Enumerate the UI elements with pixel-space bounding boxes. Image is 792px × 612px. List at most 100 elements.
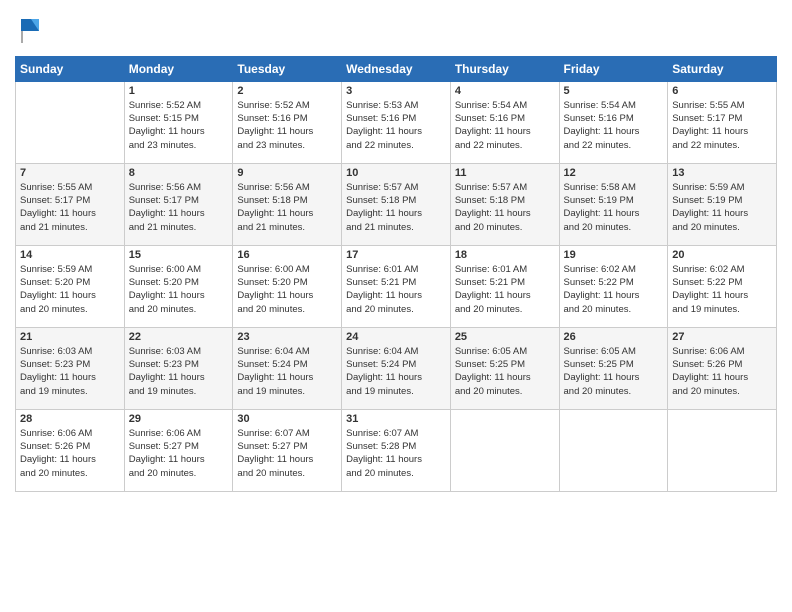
calendar-cell: 17 Sunrise: 6:01 AM Sunset: 5:21 PM Dayli… [342, 245, 451, 327]
header-cell-tuesday: Tuesday [233, 56, 342, 81]
day-number: 19 [564, 249, 664, 261]
day-info: Sunrise: 6:04 AM Sunset: 5:24 PM Dayligh… [346, 345, 446, 398]
calendar-cell: 14 Sunrise: 5:59 AM Sunset: 5:20 PM Dayli… [16, 245, 125, 327]
calendar-cell [668, 409, 777, 491]
day-info: Sunrise: 6:03 AM Sunset: 5:23 PM Dayligh… [20, 345, 120, 398]
header-cell-saturday: Saturday [668, 56, 777, 81]
day-info: Sunrise: 6:00 AM Sunset: 5:20 PM Dayligh… [237, 263, 337, 316]
logo-text-block [15, 15, 45, 48]
day-info: Sunrise: 5:58 AM Sunset: 5:19 PM Dayligh… [564, 181, 664, 234]
calendar-cell [559, 409, 668, 491]
calendar-cell: 28 Sunrise: 6:06 AM Sunset: 5:26 PM Dayli… [16, 409, 125, 491]
day-number: 18 [455, 249, 555, 261]
day-info: Sunrise: 5:53 AM Sunset: 5:16 PM Dayligh… [346, 99, 446, 152]
calendar-cell: 16 Sunrise: 6:00 AM Sunset: 5:20 PM Dayli… [233, 245, 342, 327]
day-info: Sunrise: 6:06 AM Sunset: 5:27 PM Dayligh… [129, 427, 229, 480]
calendar-cell: 23 Sunrise: 6:04 AM Sunset: 5:24 PM Dayli… [233, 327, 342, 409]
calendar-cell: 26 Sunrise: 6:05 AM Sunset: 5:25 PM Dayli… [559, 327, 668, 409]
calendar-cell: 21 Sunrise: 6:03 AM Sunset: 5:23 PM Dayli… [16, 327, 125, 409]
calendar-cell: 9Sunrise: 5:56 AM Sunset: 5:18 PM Daylig… [233, 163, 342, 245]
day-info: Sunrise: 5:56 AM Sunset: 5:18 PM Dayligh… [237, 181, 337, 234]
day-number: 26 [564, 331, 664, 343]
calendar-cell: 4 Sunrise: 5:54 AM Sunset: 5:16 PM Daylig… [450, 81, 559, 163]
day-info: Sunrise: 5:57 AM Sunset: 5:18 PM Dayligh… [346, 181, 446, 234]
day-number: 30 [237, 413, 337, 425]
calendar-table: SundayMondayTuesdayWednesdayThursdayFrid… [15, 56, 777, 492]
day-number: 31 [346, 413, 446, 425]
day-number: 25 [455, 331, 555, 343]
day-number: 21 [20, 331, 120, 343]
day-number: 20 [672, 249, 772, 261]
header-cell-wednesday: Wednesday [342, 56, 451, 81]
logo [15, 15, 45, 48]
header-cell-friday: Friday [559, 56, 668, 81]
day-number: 7 [20, 167, 120, 179]
calendar-cell: 27Sunrise: 6:06 AM Sunset: 5:26 PM Dayli… [668, 327, 777, 409]
day-info: Sunrise: 5:55 AM Sunset: 5:17 PM Dayligh… [20, 181, 120, 234]
calendar-cell: 15 Sunrise: 6:00 AM Sunset: 5:20 PM Dayli… [124, 245, 233, 327]
calendar-cell [450, 409, 559, 491]
day-info: Sunrise: 6:06 AM Sunset: 5:26 PM Dayligh… [20, 427, 120, 480]
day-number: 2 [237, 85, 337, 97]
day-number: 17 [346, 249, 446, 261]
day-number: 27 [672, 331, 772, 343]
week-row-2: 7 Sunrise: 5:55 AM Sunset: 5:17 PM Daylig… [16, 163, 777, 245]
day-info: Sunrise: 5:54 AM Sunset: 5:16 PM Dayligh… [455, 99, 555, 152]
day-info: Sunrise: 6:07 AM Sunset: 5:27 PM Dayligh… [237, 427, 337, 480]
day-number: 3 [346, 85, 446, 97]
week-row-1: 1Sunrise: 5:52 AM Sunset: 5:15 PM Daylig… [16, 81, 777, 163]
day-info: Sunrise: 6:03 AM Sunset: 5:23 PM Dayligh… [129, 345, 229, 398]
calendar-body: 1Sunrise: 5:52 AM Sunset: 5:15 PM Daylig… [16, 81, 777, 491]
day-number: 24 [346, 331, 446, 343]
header-cell-sunday: Sunday [16, 56, 125, 81]
day-info: Sunrise: 6:00 AM Sunset: 5:20 PM Dayligh… [129, 263, 229, 316]
calendar-cell: 31Sunrise: 6:07 AM Sunset: 5:28 PM Dayli… [342, 409, 451, 491]
calendar-cell [16, 81, 125, 163]
day-info: Sunrise: 6:01 AM Sunset: 5:21 PM Dayligh… [346, 263, 446, 316]
calendar-cell: 7 Sunrise: 5:55 AM Sunset: 5:17 PM Daylig… [16, 163, 125, 245]
day-info: Sunrise: 5:52 AM Sunset: 5:16 PM Dayligh… [237, 99, 337, 152]
day-number: 4 [455, 85, 555, 97]
day-number: 22 [129, 331, 229, 343]
day-number: 15 [129, 249, 229, 261]
day-number: 5 [564, 85, 664, 97]
header [15, 10, 777, 48]
day-info: Sunrise: 5:57 AM Sunset: 5:18 PM Dayligh… [455, 181, 555, 234]
calendar-cell: 2 Sunrise: 5:52 AM Sunset: 5:16 PM Daylig… [233, 81, 342, 163]
day-info: Sunrise: 5:56 AM Sunset: 5:17 PM Dayligh… [129, 181, 229, 234]
day-number: 16 [237, 249, 337, 261]
day-info: Sunrise: 6:05 AM Sunset: 5:25 PM Dayligh… [455, 345, 555, 398]
day-info: Sunrise: 6:05 AM Sunset: 5:25 PM Dayligh… [564, 345, 664, 398]
calendar-cell: 3 Sunrise: 5:53 AM Sunset: 5:16 PM Daylig… [342, 81, 451, 163]
day-info: Sunrise: 5:59 AM Sunset: 5:20 PM Dayligh… [20, 263, 120, 316]
calendar-cell: 5 Sunrise: 5:54 AM Sunset: 5:16 PM Daylig… [559, 81, 668, 163]
calendar-cell: 18 Sunrise: 6:01 AM Sunset: 5:21 PM Dayli… [450, 245, 559, 327]
day-number: 28 [20, 413, 120, 425]
day-number: 1 [129, 85, 229, 97]
calendar-cell: 13Sunrise: 5:59 AM Sunset: 5:19 PM Dayli… [668, 163, 777, 245]
week-row-4: 21 Sunrise: 6:03 AM Sunset: 5:23 PM Dayli… [16, 327, 777, 409]
calendar-cell: 24 Sunrise: 6:04 AM Sunset: 5:24 PM Dayli… [342, 327, 451, 409]
calendar-cell: 1Sunrise: 5:52 AM Sunset: 5:15 PM Daylig… [124, 81, 233, 163]
day-info: Sunrise: 6:01 AM Sunset: 5:21 PM Dayligh… [455, 263, 555, 316]
calendar-cell: 19 Sunrise: 6:02 AM Sunset: 5:22 PM Dayli… [559, 245, 668, 327]
day-number: 14 [20, 249, 120, 261]
calendar-header: SundayMondayTuesdayWednesdayThursdayFrid… [16, 56, 777, 81]
day-number: 12 [564, 167, 664, 179]
day-number: 29 [129, 413, 229, 425]
calendar-cell: 20Sunrise: 6:02 AM Sunset: 5:22 PM Dayli… [668, 245, 777, 327]
page-container: SundayMondayTuesdayWednesdayThursdayFrid… [0, 0, 792, 502]
calendar-cell: 8Sunrise: 5:56 AM Sunset: 5:17 PM Daylig… [124, 163, 233, 245]
calendar-cell: 10Sunrise: 5:57 AM Sunset: 5:18 PM Dayli… [342, 163, 451, 245]
header-cell-monday: Monday [124, 56, 233, 81]
day-number: 6 [672, 85, 772, 97]
header-row: SundayMondayTuesdayWednesdayThursdayFrid… [16, 56, 777, 81]
day-number: 23 [237, 331, 337, 343]
calendar-cell: 25 Sunrise: 6:05 AM Sunset: 5:25 PM Dayli… [450, 327, 559, 409]
day-info: Sunrise: 6:04 AM Sunset: 5:24 PM Dayligh… [237, 345, 337, 398]
calendar-cell: 29 Sunrise: 6:06 AM Sunset: 5:27 PM Dayli… [124, 409, 233, 491]
day-info: Sunrise: 5:54 AM Sunset: 5:16 PM Dayligh… [564, 99, 664, 152]
day-info: Sunrise: 5:59 AM Sunset: 5:19 PM Dayligh… [672, 181, 772, 234]
day-info: Sunrise: 6:02 AM Sunset: 5:22 PM Dayligh… [564, 263, 664, 316]
week-row-5: 28 Sunrise: 6:06 AM Sunset: 5:26 PM Dayli… [16, 409, 777, 491]
